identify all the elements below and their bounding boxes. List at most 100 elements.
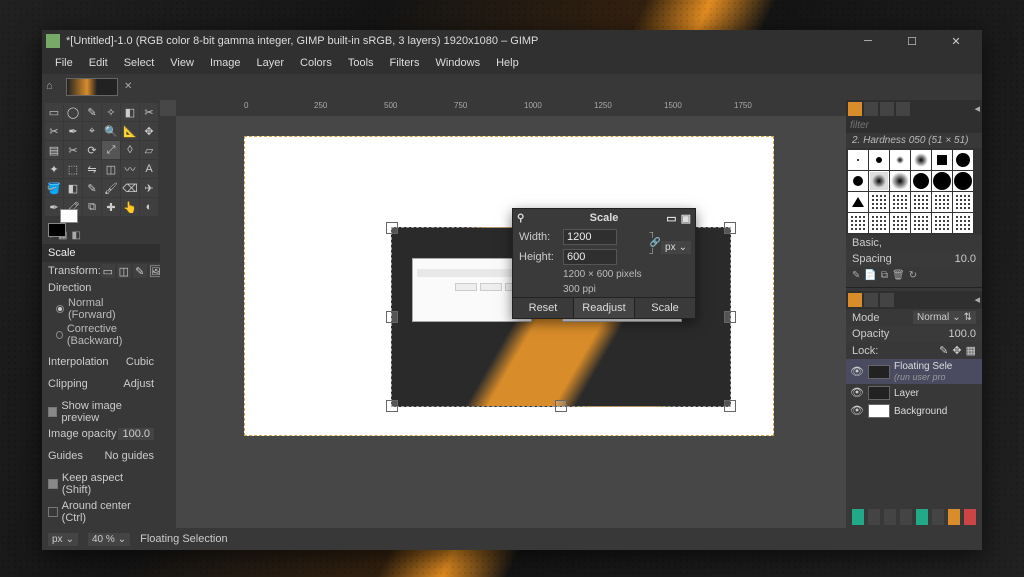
layer-mode-row[interactable]: Mode Normal⌄⇅	[846, 309, 982, 326]
maximize-button[interactable]: ☐	[890, 30, 934, 52]
brush-item[interactable]	[869, 192, 889, 212]
menu-file[interactable]: File	[48, 55, 80, 71]
transform-path-icon[interactable]: ✎	[133, 264, 147, 278]
viewport[interactable]: ⚲ Scale ▭▣ Width: Height:	[176, 116, 846, 528]
brush-item[interactable]	[932, 171, 952, 191]
background-color[interactable]	[60, 209, 78, 223]
brush-item[interactable]	[953, 150, 973, 170]
lock-position-icon[interactable]: ✥	[952, 344, 961, 357]
layers-tab[interactable]	[848, 293, 862, 307]
tool-rect-select[interactable]: ▭	[45, 103, 63, 121]
menu-select[interactable]: Select	[117, 55, 162, 71]
direction-corrective[interactable]: Corrective (Backward)	[42, 322, 160, 348]
reset-button[interactable]: Reset	[513, 297, 573, 318]
gradient-indicator-icon[interactable]: ◧	[72, 230, 81, 241]
brush-filter-input[interactable]	[846, 118, 982, 133]
brush-preset-row[interactable]: Basic,	[846, 235, 982, 251]
brush-item[interactable]	[890, 192, 910, 212]
brush-item[interactable]	[848, 171, 868, 191]
tool-foreground[interactable]: ✂	[45, 122, 63, 140]
layer-group-icon[interactable]	[868, 509, 880, 525]
transform-layer-icon[interactable]: ▭	[101, 264, 115, 278]
lock-pixels-icon[interactable]: ✎	[939, 344, 948, 357]
tool-cage[interactable]: ◫	[102, 160, 120, 178]
image-opacity-row[interactable]: Image opacity 100.0	[42, 426, 160, 442]
tool-perspective[interactable]: ▱	[140, 141, 158, 159]
menu-view[interactable]: View	[163, 55, 201, 71]
tool-fuzzy-select[interactable]: ✧	[102, 103, 120, 121]
raise-layer-icon[interactable]	[884, 509, 896, 525]
layer-background[interactable]: 👁 Background	[846, 402, 982, 420]
handle-w[interactable]	[386, 311, 398, 323]
tool-crop[interactable]: ✂	[64, 141, 82, 159]
handle-se[interactable]	[724, 400, 736, 412]
history-tab[interactable]	[896, 102, 910, 116]
lower-layer-icon[interactable]	[900, 509, 912, 525]
scale-button[interactable]: Scale	[634, 297, 695, 318]
brush-item[interactable]	[848, 192, 868, 212]
around-center-row[interactable]: Around center (Ctrl)	[42, 498, 160, 526]
dup-brush-icon[interactable]: ⧉	[881, 270, 888, 281]
tool-warp[interactable]: 〰	[121, 160, 139, 178]
brush-item[interactable]	[869, 213, 889, 233]
tool-measure[interactable]: 📐	[121, 122, 139, 140]
visibility-icon[interactable]: 👁	[850, 365, 864, 379]
brush-item[interactable]	[890, 150, 910, 170]
readjust-button[interactable]: Readjust	[573, 297, 634, 318]
handle-sw[interactable]	[386, 400, 398, 412]
interpolation-row[interactable]: Interpolation Cubic	[42, 354, 160, 370]
new-brush-icon[interactable]: 📄	[864, 270, 876, 281]
tool-pencil[interactable]: ✎	[83, 179, 101, 197]
link-icon[interactable]: ┐🔗┘	[649, 227, 661, 267]
tool-clone[interactable]: ⧉	[83, 198, 101, 216]
menu-windows[interactable]: Windows	[428, 55, 487, 71]
tool-align[interactable]: ▤	[45, 141, 63, 159]
brush-item[interactable]	[848, 150, 868, 170]
panel-menu-icon[interactable]: ◂	[974, 102, 980, 116]
brush-item[interactable]	[911, 192, 931, 212]
brush-item[interactable]	[869, 150, 889, 170]
unit-dropdown[interactable]: px⌄	[661, 241, 691, 254]
handle-e[interactable]	[724, 311, 736, 323]
detach-icon[interactable]: ▭	[666, 212, 676, 225]
tool-paintbrush[interactable]: 🖌	[102, 179, 120, 197]
menu-layer[interactable]: Layer	[250, 55, 292, 71]
brush-item[interactable]	[911, 171, 931, 191]
dup-layer-icon[interactable]	[916, 509, 928, 525]
tool-handle[interactable]: ⬚	[64, 160, 82, 178]
height-input[interactable]	[563, 249, 617, 265]
tool-bucket[interactable]: 🪣	[45, 179, 63, 197]
menu-colors[interactable]: Colors	[293, 55, 339, 71]
spacing-row[interactable]: Spacing 10.0	[846, 251, 982, 267]
tool-scale[interactable]: ⤢	[102, 141, 120, 159]
foreground-color[interactable]	[48, 223, 66, 237]
tool-unified[interactable]: ✦	[45, 160, 63, 178]
tool-ellipse-select[interactable]: ◯	[64, 103, 82, 121]
tool-free-select[interactable]: ✎	[83, 103, 101, 121]
tool-move[interactable]: ✥	[140, 122, 158, 140]
image-tab[interactable]	[66, 78, 118, 96]
tool-shear[interactable]: ◊	[121, 141, 139, 159]
show-preview-row[interactable]: Show image preview	[42, 398, 160, 426]
brush-item[interactable]	[932, 150, 952, 170]
menu-edit[interactable]: Edit	[82, 55, 115, 71]
tool-smudge[interactable]: 👆	[121, 198, 139, 216]
clipping-row[interactable]: Clipping Adjust	[42, 376, 160, 392]
layer-layer[interactable]: 👁 Layer	[846, 384, 982, 402]
menu-filters[interactable]: Filters	[383, 55, 427, 71]
tool-by-color[interactable]: ◧	[121, 103, 139, 121]
new-layer-icon[interactable]	[852, 509, 864, 525]
menu-image[interactable]: Image	[203, 55, 248, 71]
refresh-brush-icon[interactable]: ↻	[909, 270, 917, 281]
status-unit[interactable]: px⌄	[48, 533, 78, 546]
tab-close-icon[interactable]: ✕	[124, 81, 136, 93]
home-icon[interactable]: ⌂	[46, 80, 60, 94]
tool-color-picker[interactable]: ⌖	[83, 122, 101, 140]
tool-zoom[interactable]: 🔍	[102, 122, 120, 140]
visibility-icon[interactable]: 👁	[850, 386, 864, 400]
patterns-tab[interactable]	[864, 102, 878, 116]
width-input[interactable]	[563, 229, 617, 245]
merge-layer-icon[interactable]	[948, 509, 960, 525]
tool-paths[interactable]: ✒	[64, 122, 82, 140]
tool-dodge[interactable]: ◐	[140, 198, 158, 216]
